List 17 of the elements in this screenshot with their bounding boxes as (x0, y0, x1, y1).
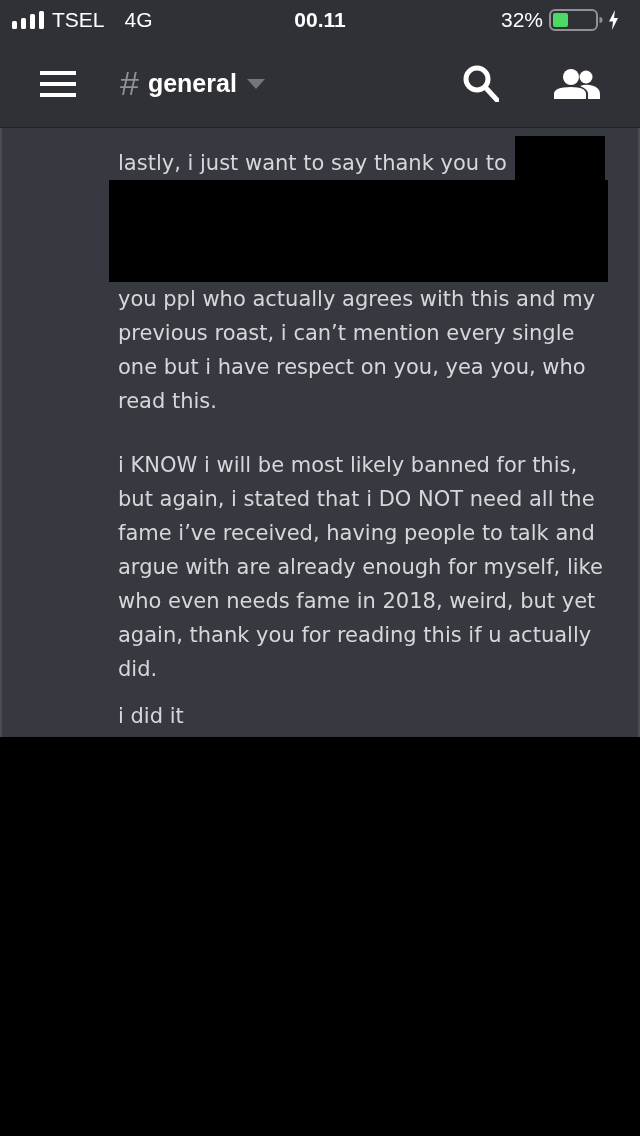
battery-percent: 32% (500, 8, 543, 32)
message-text: i KNOW i will be most likely banned for this, but again, i stated that i DO NOT need all the fame i’ve received, having people to talk and argue with are already enough for myself, like who even needs fame in 2018, weird, but yet again, thank you for reading this if u actually did. (118, 452, 604, 683)
search-icon[interactable] (463, 65, 499, 102)
channel-selector[interactable]: # general (120, 64, 265, 103)
message-text: you ppl who actually agrees with this and my previous roast, i can’t mention every single one but i have respect on you, yea you, who read this. (118, 286, 597, 415)
signal-icon (12, 11, 44, 29)
network-type: 4G (124, 8, 153, 32)
message-text: i did it (118, 703, 185, 730)
caret-icon (246, 78, 265, 89)
channel-hash: # (120, 64, 139, 103)
message-text: lastly, i just want to say thank you to (118, 150, 507, 177)
channel-name: general (147, 69, 237, 98)
battery-icon (549, 9, 603, 31)
menu-icon[interactable] (40, 70, 76, 97)
members-icon[interactable] (554, 68, 600, 99)
status-time: 00.11 (294, 8, 346, 32)
carrier-name: TSEL (52, 8, 105, 32)
